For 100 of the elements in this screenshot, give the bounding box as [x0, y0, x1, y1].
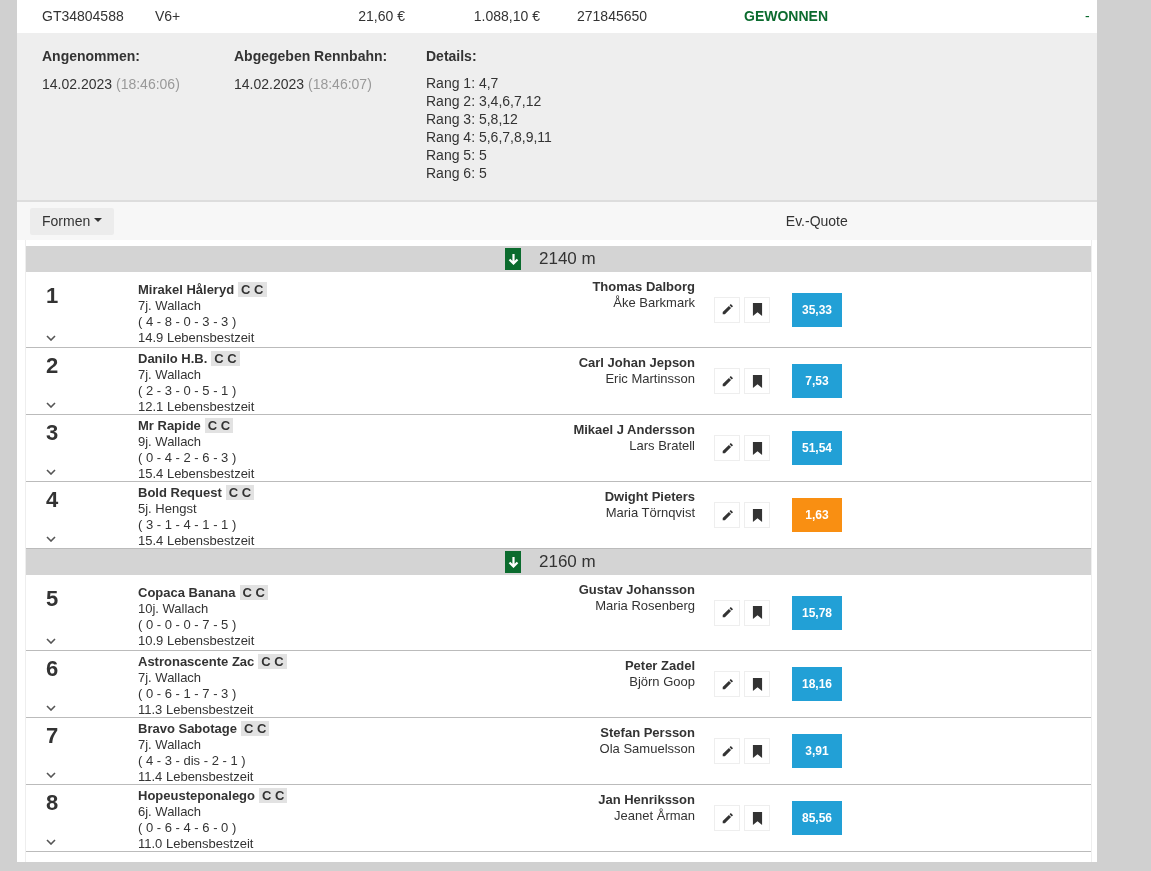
record-time: 12.1 Lebensbestzeit — [138, 399, 256, 415]
bookmark-button[interactable] — [744, 599, 770, 626]
horse-name: Mr Rapide — [138, 418, 201, 433]
form-sequence: ( 4 - 8 - 0 - 3 - 3 ) — [138, 314, 238, 330]
edit-button[interactable] — [714, 671, 740, 697]
trainer-name: Maria Rosenberg — [594, 598, 695, 614]
formen-dropdown[interactable]: Formen — [30, 207, 114, 235]
rank-line: Rang 4: 5,6,7,8,9,11 — [426, 128, 552, 146]
detail-label: Details: — [426, 47, 478, 66]
horse-info: 7j. Wallach — [138, 670, 203, 686]
trainer-name: Björn Goop — [628, 674, 695, 690]
chevron-down-icon[interactable] — [46, 335, 56, 341]
bookmark-button[interactable] — [744, 738, 770, 764]
bookmark-icon — [751, 606, 763, 619]
record-time: 11.0 Lebensbestzeit — [138, 836, 255, 852]
detail-label: Abgegeben Rennbahn: — [234, 47, 389, 66]
stake-amount: 21,60 € — [357, 7, 405, 26]
arrow-down-icon — [505, 248, 521, 270]
bookmark-icon — [751, 374, 763, 388]
trainer-name: Lars Bratell — [628, 438, 695, 454]
chevron-down-icon[interactable] — [46, 536, 56, 542]
driver-name: Mikael J Andersson — [572, 422, 695, 438]
rank-line: Rang 6: 5 — [426, 164, 488, 182]
result-value: - — [1085, 7, 1091, 26]
edit-button[interactable] — [714, 435, 740, 461]
record-time: 14.9 Lebensbestzeit — [138, 330, 256, 346]
odds-value: 35,33 — [792, 292, 842, 327]
odds-value: 1,63 — [792, 498, 842, 532]
horse-tag: C C — [239, 585, 268, 600]
edit-button[interactable] — [714, 738, 740, 764]
chevron-down-icon[interactable] — [46, 705, 56, 711]
driver-name: Jan Henriksson — [597, 792, 695, 808]
bookmark-icon — [751, 744, 763, 758]
driver-name: Peter Zadel — [623, 658, 695, 674]
bookmark-icon — [751, 811, 763, 825]
bookmark-button[interactable] — [744, 296, 770, 323]
trainer-name: Jeanet Årman — [613, 808, 695, 824]
bet-id: GT34804588 — [42, 7, 125, 26]
form-sequence: ( 0 - 0 - 0 - 7 - 5 ) — [138, 617, 238, 633]
bookmark-icon — [751, 303, 763, 316]
bookmark-icon — [751, 441, 763, 455]
bookmark-icon — [751, 508, 763, 522]
pencil-icon — [720, 303, 734, 316]
driver-name: Carl Johan Jepson — [577, 355, 695, 371]
trainer-name: Ola Samuelsson — [598, 741, 695, 757]
horse-name: Copaca Banana — [138, 585, 236, 600]
bookmark-button[interactable] — [744, 671, 770, 697]
arrow-down-icon — [505, 551, 521, 573]
horse-name: Astronascente Zac — [138, 654, 255, 669]
bookmark-button[interactable] — [744, 805, 770, 831]
horse-info: 9j. Wallach — [138, 434, 203, 450]
bet-type: V6+ — [155, 7, 182, 26]
start-number: 2 — [46, 352, 60, 380]
pencil-icon — [720, 508, 734, 522]
chevron-down-icon[interactable] — [46, 469, 56, 475]
start-number: 1 — [46, 282, 60, 310]
odds-value: 3,91 — [792, 734, 842, 768]
chevron-down-icon[interactable] — [46, 839, 56, 845]
horse-info: 7j. Wallach — [138, 367, 203, 383]
horse-info: 10j. Wallach — [138, 601, 210, 617]
chevron-down-icon[interactable] — [46, 638, 56, 644]
chevron-down-icon[interactable] — [46, 402, 56, 408]
horse-info: 5j. Hengst — [138, 501, 198, 517]
driver-name: Thomas Dalborg — [591, 279, 695, 295]
bookmark-button[interactable] — [744, 502, 770, 528]
pencil-icon — [720, 374, 734, 388]
horse-tag: C C — [204, 418, 234, 433]
form-sequence: ( 0 - 6 - 4 - 6 - 0 ) — [138, 820, 238, 836]
edit-button[interactable] — [714, 805, 740, 831]
distance-label: 2160 m — [539, 551, 596, 574]
horse-name: Bold Request — [138, 485, 222, 500]
driver-name: Dwight Pieters — [603, 489, 695, 505]
bookmark-button[interactable] — [744, 435, 770, 461]
pencil-icon — [720, 441, 734, 455]
detail-label: Angenommen: — [42, 47, 141, 66]
chevron-down-icon[interactable] — [46, 772, 56, 778]
date-time: 14.02.2023 (18:46:07) — [234, 75, 373, 94]
start-number: 3 — [46, 419, 60, 447]
edit-button[interactable] — [714, 599, 740, 626]
form-sequence: ( 0 - 4 - 2 - 6 - 3 ) — [138, 450, 238, 466]
payout-amount: 1.088,10 € — [472, 7, 540, 26]
horse-tag: C C — [258, 654, 287, 669]
form-sequence: ( 2 - 3 - 0 - 5 - 1 ) — [138, 383, 238, 399]
edit-button[interactable] — [714, 368, 740, 394]
start-number: 6 — [46, 655, 60, 683]
pencil-icon — [720, 606, 734, 619]
start-number: 4 — [46, 486, 60, 514]
edit-button[interactable] — [714, 296, 740, 323]
record-time: 11.4 Lebensbestzeit — [138, 769, 255, 785]
horse-info: 6j. Wallach — [138, 804, 203, 820]
driver-name: Gustav Johansson — [577, 582, 695, 598]
horse-name: Hopeusteponalego — [138, 788, 255, 803]
rank-line: Rang 2: 3,4,6,7,12 — [426, 92, 543, 110]
date-time: 14.02.2023 (18:46:06) — [42, 75, 181, 94]
horse-name: Mirakel Håleryd — [138, 282, 235, 297]
edit-button[interactable] — [714, 502, 740, 528]
start-number: 5 — [46, 585, 60, 613]
rank-line: Rang 1: 4,7 — [426, 74, 500, 92]
bookmark-button[interactable] — [744, 368, 770, 394]
odds-value: 51,54 — [792, 431, 842, 465]
